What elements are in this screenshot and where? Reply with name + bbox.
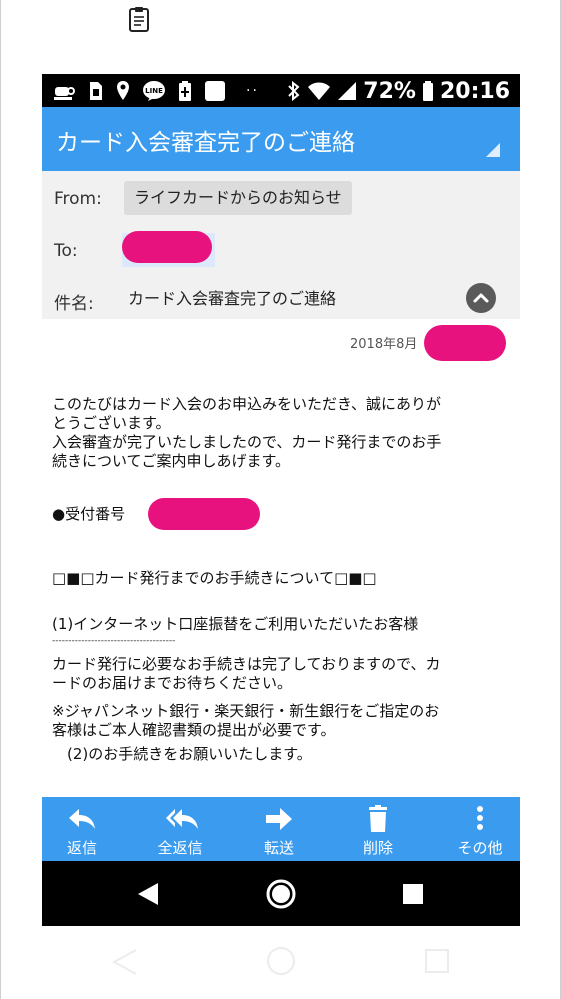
phone-screen: LINE ·· 72% 20:16 カード入会審査完了のご連絡 From: ライ… [42,74,520,926]
reply-icon [69,809,95,829]
mail-title-bar: カード入会審査完了のご連絡 [42,107,520,171]
collapse-header-button[interactable] [466,283,496,313]
battery-icon [422,81,433,101]
sim-icon [90,82,102,100]
chevron-up-icon [473,293,489,303]
resize-corner-icon[interactable] [486,143,500,157]
battery-saver-icon [179,81,191,101]
outer-home-icon [267,947,295,975]
cup-icon [54,87,75,100]
outer-recent-icon [425,949,449,973]
reply-all-button[interactable]: 全返信 [140,797,220,861]
mail-title: カード入会審査完了のご連絡 [56,130,355,156]
recipient-redaction [122,231,212,263]
body-line: このたびはカード入会のお申込みをいただき、誠にありが [52,395,441,413]
reply-all-icon [166,809,198,829]
receipt-number-label: ●受付番号 [52,505,126,523]
section-heading: □■□カード発行までのお手続きについて□■□ [52,569,377,587]
android-nav-bar [42,861,520,926]
delete-label: 削除 [362,839,393,857]
body-line: ※ジャパンネット銀行・楽天銀行・新生銀行をご指定のお [52,702,440,720]
mail-header: From: ライフカードからのお知らせ To: 件名: カード入会審査完了のご連… [42,171,520,319]
clock-time: 20:16 [439,78,510,104]
subject-value: カード入会審査完了のご連絡 [128,289,337,308]
body-line: (2)のお手続きをお願いいたします。 [52,745,312,763]
forward-button[interactable]: 転送 [239,797,319,861]
line-app-icon: LINE [143,81,165,101]
more-vertical-icon [477,806,483,830]
body-line: 客様はご本人確認書類の提出が必要です。 [52,721,336,739]
back-icon[interactable] [136,881,160,907]
clipboard-icon [129,7,149,32]
more-notifications-dots: ·· [246,83,259,99]
mail-toolbar: 返信 全返信 転送 削除 その他 [42,797,520,861]
body-line: 続きについてご案内申しあげます。 [52,452,291,470]
sender-chip[interactable]: ライフカードからのお知らせ [124,181,352,215]
reply-all-label: 全返信 [157,839,203,857]
bluetooth-icon [288,80,300,102]
svg-text:LINE: LINE [145,87,163,95]
to-label: To: [54,241,78,261]
battery-percent: 72% [363,78,416,104]
wifi-icon [308,82,331,100]
left-frame-edge [0,0,1,999]
more-button[interactable]: その他 [440,797,520,861]
body-line: 入会審査が完了いたしましたので、カード発行までのお手 [52,433,442,451]
location-icon [117,81,129,100]
body-line: カード発行に必要なお手続きは完了しておりますので、カ [52,655,441,673]
reply-button[interactable]: 返信 [42,797,122,861]
forward-arrow-icon [266,808,292,830]
home-icon[interactable] [265,878,297,910]
body-line: (1)インターネット口座振替をご利用いただいたお客様 [52,615,419,633]
from-label: From: [54,189,102,209]
more-label: その他 [457,839,503,857]
body-line: とうございます。 [52,414,171,432]
status-bar: LINE ·· 72% 20:16 [42,74,520,107]
receipt-number-redaction [148,498,260,530]
reply-label: 返信 [66,839,97,857]
trash-icon [369,805,387,832]
subject-label: 件名: [54,294,94,314]
body-line: ードのお届けまでお待ちください。 [52,674,293,692]
signal-icon [338,82,357,100]
recent-apps-icon[interactable] [403,884,423,904]
outer-back-icon [112,949,137,975]
delete-button[interactable]: 削除 [338,797,418,861]
date-redaction [424,325,506,361]
forward-label: 転送 [263,839,294,857]
divider-line: -------------------------------------- [52,636,176,646]
received-date: 2018年8月 [350,337,418,352]
notification-square-icon [205,81,225,101]
mail-body: 2018年8月 このたびはカード入会のお申込みをいただき、誠にありが とうござい… [42,319,520,796]
